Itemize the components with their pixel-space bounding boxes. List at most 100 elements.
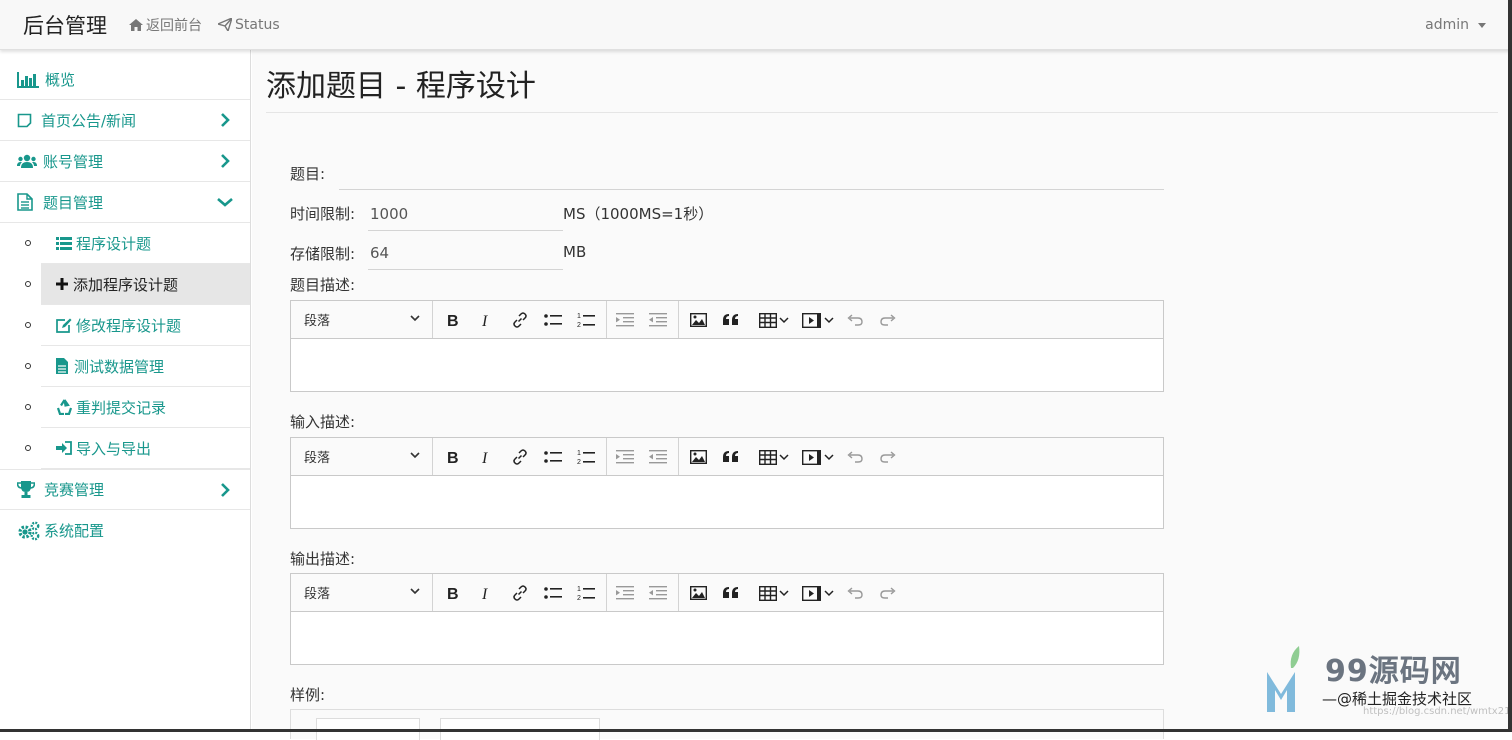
bar-chart-icon (17, 71, 41, 88)
bold-button[interactable]: B (441, 309, 465, 331)
sidebar-item-contests[interactable]: 竞赛管理 (0, 469, 250, 510)
paragraph-format-label: 段落 (304, 587, 331, 602)
link-button[interactable] (508, 446, 532, 468)
sidebar-subitem-edit-problem[interactable]: 修改程序设计题 (0, 305, 250, 346)
bold-button[interactable]: B (441, 582, 465, 604)
svg-text:2: 2 (577, 595, 581, 601)
sidebar-item-label: 系统配置 (44, 522, 105, 540)
sidebar-subitem-label: 测试数据管理 (74, 357, 165, 376)
sidebar-subitem-add-problem[interactable]: 添加程序设计题 (0, 264, 250, 305)
numbered-list-button[interactable]: 12 (574, 582, 598, 604)
insert-media-button[interactable] (801, 446, 835, 468)
paragraph-format-select[interactable]: 段落 (291, 438, 433, 475)
undo-button[interactable] (843, 582, 867, 604)
memory-limit-input[interactable] (368, 236, 563, 270)
back-to-frontend-link[interactable]: 返回前台 (129, 15, 202, 35)
svg-text:B: B (447, 313, 459, 327)
main-content: 添加题目 - 程序设计 题目: 时间限制: MS（1000MS=1秒） 存储限制… (252, 50, 1508, 740)
output-description-edit-area[interactable] (291, 612, 1163, 664)
sidebar-item-label: 竞赛管理 (44, 481, 105, 499)
undo-button[interactable] (843, 309, 867, 331)
outdent-button[interactable] (646, 446, 670, 468)
redo-icon (880, 587, 896, 599)
sidebar-subitem-programming-problems[interactable]: 程序设计题 (0, 223, 250, 264)
blockquote-button[interactable] (719, 446, 743, 468)
link-button[interactable] (508, 582, 532, 604)
insert-image-button[interactable] (686, 309, 710, 331)
paragraph-format-select[interactable]: 段落 (291, 301, 433, 338)
insert-media-button[interactable] (801, 582, 835, 604)
link-button[interactable] (508, 309, 532, 331)
memory-limit-label: 存储限制: (290, 245, 356, 263)
input-description-edit-area[interactable] (291, 476, 1163, 528)
bulleted-list-icon (544, 451, 562, 463)
sidebar-subitem-import-export[interactable]: 导入与导出 (0, 428, 250, 469)
insert-table-button[interactable] (757, 446, 791, 468)
bulleted-list-button[interactable] (541, 446, 565, 468)
blockquote-button[interactable] (719, 582, 743, 604)
paragraph-format-label: 段落 (304, 451, 331, 466)
window-edge (1508, 0, 1512, 732)
blockquote-button[interactable] (719, 309, 743, 331)
description-editor: 段落 B I 12 (290, 300, 1164, 392)
insert-image-button[interactable] (686, 446, 710, 468)
italic-button[interactable]: I (474, 309, 498, 331)
user-dropdown[interactable]: admin (1425, 17, 1486, 33)
problem-title-input[interactable] (339, 160, 1164, 190)
sidebar-item-accounts[interactable]: 账号管理 (0, 141, 250, 182)
outdent-button[interactable] (646, 582, 670, 604)
italic-icon: I (481, 313, 488, 327)
insert-media-button[interactable] (801, 309, 835, 331)
editor-toolbar: 段落 B I 12 (291, 438, 1163, 476)
sidebar-item-announcements[interactable]: 首页公告/新闻 (0, 100, 250, 141)
page-title: 添加题目 - 程序设计 (266, 69, 536, 104)
status-link[interactable]: Status (218, 17, 280, 33)
outdent-button[interactable] (646, 309, 670, 331)
svg-text:I: I (481, 313, 488, 327)
sidebar-item-problems[interactable]: 题目管理 (0, 182, 250, 223)
editor-toolbar: 段落 B I 12 (291, 574, 1163, 612)
sidebar-item-system-config[interactable]: 系统配置 (0, 510, 250, 551)
redo-icon (880, 314, 896, 326)
sidebar-item-label: 概览 (45, 71, 76, 89)
svg-text:1: 1 (577, 450, 581, 457)
list-bullet (25, 404, 31, 410)
redo-button[interactable] (876, 446, 900, 468)
numbered-list-button[interactable]: 12 (574, 309, 598, 331)
sidebar-item-label: 首页公告/新闻 (41, 111, 137, 130)
italic-button[interactable]: I (474, 582, 498, 604)
bold-icon: B (447, 450, 459, 464)
italic-button[interactable]: I (474, 446, 498, 468)
bulleted-list-button[interactable] (541, 582, 565, 604)
sidebar-subitem-label: 修改程序设计题 (76, 316, 182, 335)
indent-button[interactable] (613, 582, 637, 604)
trophy-icon (17, 481, 41, 498)
svg-text:I: I (481, 450, 488, 464)
paragraph-format-select[interactable]: 段落 (291, 574, 433, 611)
numbered-list-button[interactable]: 12 (574, 446, 598, 468)
bold-button[interactable]: B (441, 446, 465, 468)
recycle-icon (56, 399, 76, 415)
output-description-label: 输出描述: (290, 550, 356, 568)
description-edit-area[interactable] (291, 339, 1163, 391)
sidebar-subitem-test-data[interactable]: 测试数据管理 (0, 346, 250, 387)
image-icon (689, 450, 707, 464)
login-icon (56, 441, 76, 455)
bulleted-list-button[interactable] (541, 309, 565, 331)
svg-text:2: 2 (577, 322, 581, 328)
chevron-down-icon (410, 588, 420, 595)
redo-button[interactable] (876, 582, 900, 604)
insert-table-button[interactable] (757, 582, 791, 604)
redo-button[interactable] (876, 309, 900, 331)
insert-table-button[interactable] (757, 309, 791, 331)
input-description-label: 输入描述: (290, 413, 356, 431)
undo-button[interactable] (843, 446, 867, 468)
insert-image-button[interactable] (686, 582, 710, 604)
file-icon (17, 193, 41, 211)
indent-button[interactable] (613, 446, 637, 468)
brand-title[interactable]: 后台管理 (23, 10, 107, 40)
indent-button[interactable] (613, 309, 637, 331)
sidebar-item-overview[interactable]: 概览 (0, 50, 250, 100)
time-limit-input[interactable] (368, 197, 563, 231)
sidebar-subitem-rejudge[interactable]: 重判提交记录 (0, 387, 250, 428)
